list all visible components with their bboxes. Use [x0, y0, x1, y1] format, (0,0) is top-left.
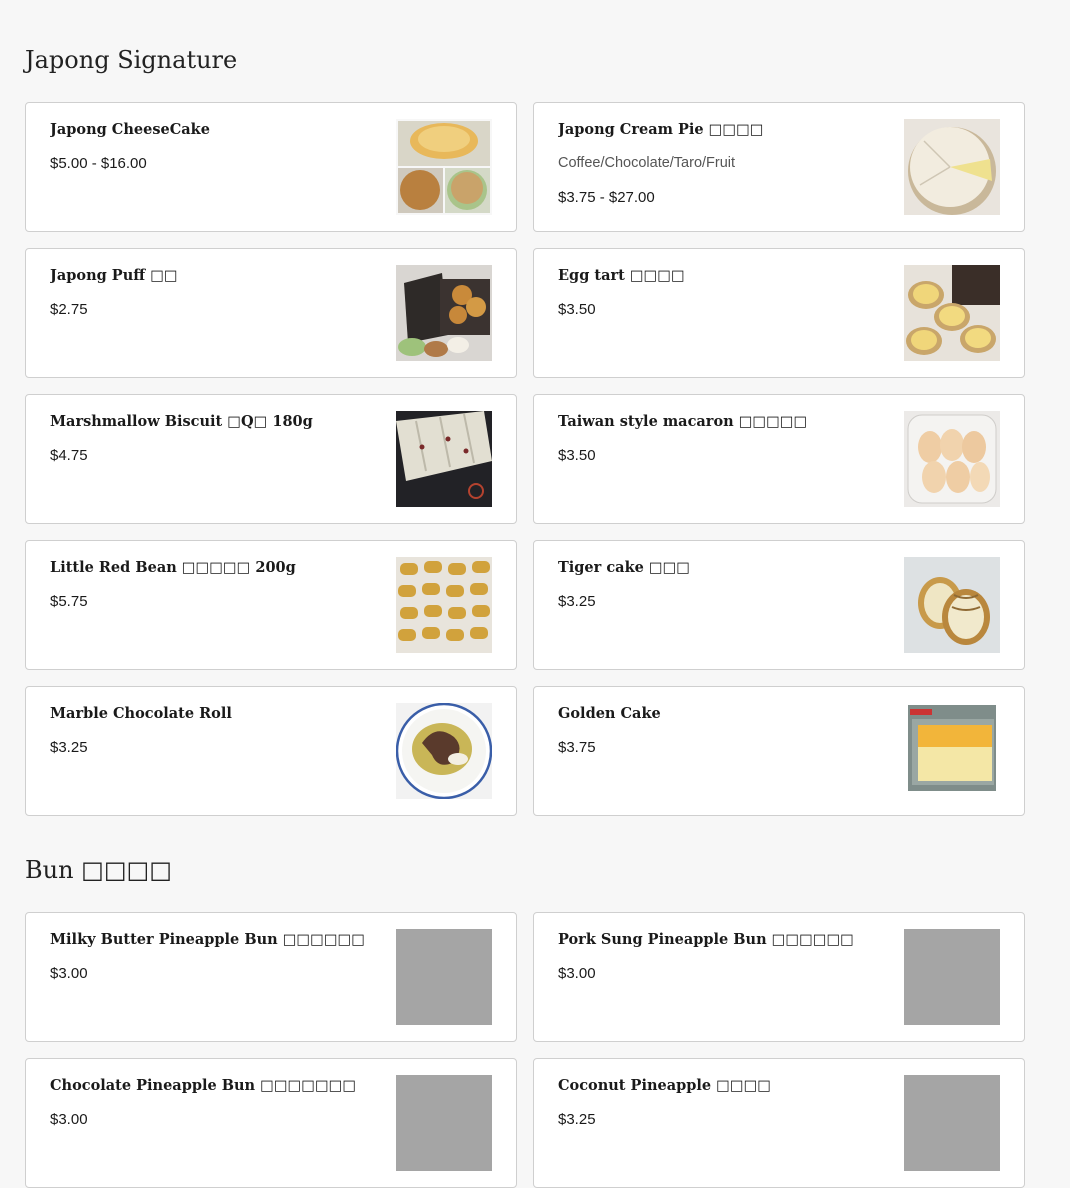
little-red-bean-photo	[396, 557, 492, 653]
item-name: Tiger cake □□□	[558, 559, 690, 576]
item-price: $3.00	[558, 965, 596, 982]
image-placeholder	[396, 1075, 492, 1171]
item-name: Chocolate Pineapple Bun □□□□□□□	[50, 1077, 357, 1094]
golden-cake-photo	[904, 703, 1000, 799]
item-price: $5.00 - $16.00	[50, 155, 147, 172]
menu-grid-signature: Japong CheeseCake $5.00 - $16.00 Japong …	[25, 102, 1025, 816]
menu-item-card[interactable]: Japong Cream Pie □□□□ Coffee/Chocolate/T…	[533, 102, 1025, 232]
menu-item-card[interactable]: Milky Butter Pineapple Bun □□□□□□ $3.00	[25, 912, 517, 1042]
menu-item-card[interactable]: Coconut Pineapple □□□□ $3.25	[533, 1058, 1025, 1188]
menu-item-card[interactable]: Japong CheeseCake $5.00 - $16.00	[25, 102, 517, 232]
item-price: $2.75	[50, 301, 88, 318]
item-price: $3.75	[558, 739, 596, 756]
item-price: $3.25	[558, 593, 596, 610]
item-name: Japong Cream Pie □□□□	[558, 121, 764, 138]
puff-photo	[396, 265, 492, 361]
item-name: Japong Puff □□	[50, 267, 178, 284]
item-name: Pork Sung Pineapple Bun □□□□□□	[558, 931, 854, 948]
item-name: Marshmallow Biscuit □Q□ 180g	[50, 413, 313, 430]
item-price: $4.75	[50, 447, 88, 464]
image-placeholder	[904, 929, 1000, 1025]
tiger-cake-photo	[904, 557, 1000, 653]
item-price: $3.50	[558, 301, 596, 318]
marshmallow-biscuit-photo	[396, 411, 492, 507]
item-name: Coconut Pineapple □□□□	[558, 1077, 771, 1094]
item-name: Golden Cake	[558, 705, 661, 722]
menu-item-card[interactable]: Tiger cake □□□ $3.25	[533, 540, 1025, 670]
marble-roll-photo	[396, 703, 492, 799]
item-price: $3.25	[558, 1111, 596, 1128]
menu-item-card[interactable]: Taiwan style macaron □□□□□ $3.50	[533, 394, 1025, 524]
image-placeholder	[396, 929, 492, 1025]
menu-grid-bun: Milky Butter Pineapple Bun □□□□□□ $3.00 …	[25, 912, 1025, 1188]
macaron-photo	[904, 411, 1000, 507]
menu-item-card[interactable]: Egg tart □□□□ $3.50	[533, 248, 1025, 378]
menu-item-card[interactable]: Pork Sung Pineapple Bun □□□□□□ $3.00	[533, 912, 1025, 1042]
egg-tart-photo	[904, 265, 1000, 361]
section-title-japong-signature: Japong Signature	[25, 46, 238, 74]
cream-pie-photo	[904, 119, 1000, 215]
item-name: Milky Butter Pineapple Bun □□□□□□	[50, 931, 365, 948]
item-name: Little Red Bean □□□□□ 200g	[50, 559, 296, 576]
item-description: Coffee/Chocolate/Taro/Fruit	[558, 155, 736, 171]
menu-item-card[interactable]: Marshmallow Biscuit □Q□ 180g $4.75	[25, 394, 517, 524]
menu-item-card[interactable]: Japong Puff □□ $2.75	[25, 248, 517, 378]
menu-item-card[interactable]: Marble Chocolate Roll $3.25	[25, 686, 517, 816]
item-name: Egg tart □□□□	[558, 267, 685, 284]
item-price: $3.75 - $27.00	[558, 189, 655, 206]
item-name: Marble Chocolate Roll	[50, 705, 232, 722]
cheesecake-photo	[396, 119, 492, 215]
item-price: $3.00	[50, 1111, 88, 1128]
menu-item-card[interactable]: Chocolate Pineapple Bun □□□□□□□ $3.00	[25, 1058, 517, 1188]
item-name: Japong CheeseCake	[50, 121, 210, 138]
section-title-bun: Bun □□□□	[25, 856, 172, 884]
item-name: Taiwan style macaron □□□□□	[558, 413, 808, 430]
item-price: $3.00	[50, 965, 88, 982]
image-placeholder	[904, 1075, 1000, 1171]
item-price: $3.50	[558, 447, 596, 464]
item-price: $3.25	[50, 739, 88, 756]
item-price: $5.75	[50, 593, 88, 610]
menu-item-card[interactable]: Golden Cake $3.75	[533, 686, 1025, 816]
menu-item-card[interactable]: Little Red Bean □□□□□ 200g $5.75	[25, 540, 517, 670]
